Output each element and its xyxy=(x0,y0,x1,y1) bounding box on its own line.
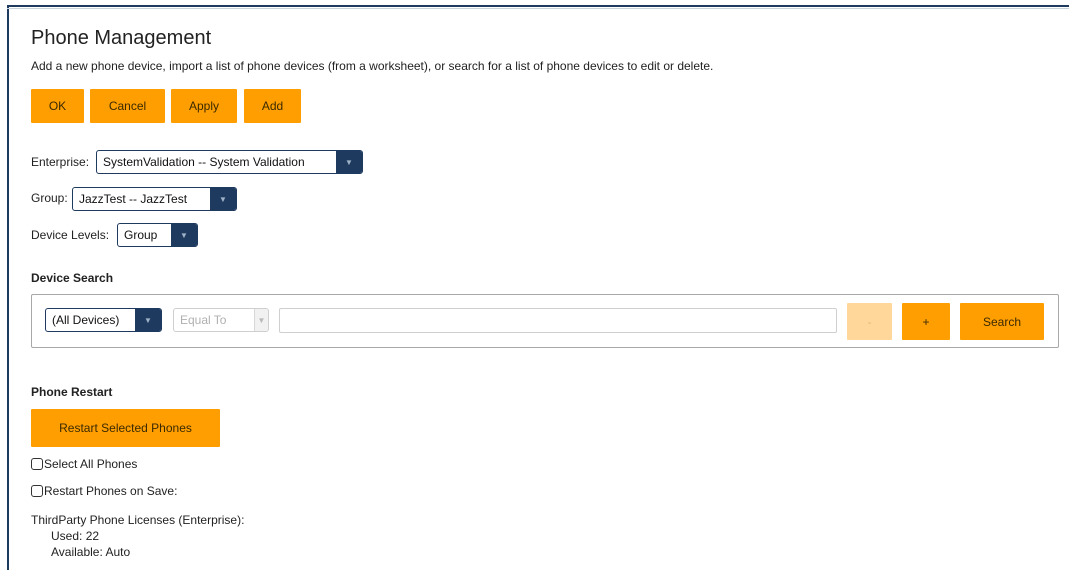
group-select[interactable]: JazzTest -- JazzTest ▼ xyxy=(72,187,237,211)
enterprise-label: Enterprise: xyxy=(31,155,90,169)
licenses-used-label: Used: xyxy=(51,529,83,543)
restart-on-save-checkbox[interactable] xyxy=(31,485,43,497)
device-type-select[interactable]: (All Devices) ▼ xyxy=(45,308,162,332)
chevron-down-icon: ▼ xyxy=(171,224,197,246)
licenses-available: Available: Auto xyxy=(51,545,130,559)
licenses-used: Used: 22 xyxy=(51,529,99,543)
add-criteria-button[interactable]: + xyxy=(902,303,950,340)
group-select-value: JazzTest -- JazzTest xyxy=(79,192,188,206)
device-levels-select-value: Group xyxy=(124,228,158,242)
phone-restart-title: Phone Restart xyxy=(31,385,113,399)
enterprise-select-value: SystemValidation -- System Validation xyxy=(103,155,305,169)
chevron-down-icon: ▼ xyxy=(254,309,268,331)
licenses-available-label: Available: xyxy=(51,545,103,559)
group-label: Group: xyxy=(31,191,68,205)
device-type-select-value: (All Devices) xyxy=(52,313,120,327)
chevron-down-icon: ▼ xyxy=(135,309,161,331)
ok-button[interactable]: OK xyxy=(31,89,84,123)
restart-on-save-row[interactable]: Restart Phones on Save: xyxy=(31,484,177,498)
remove-criteria-button[interactable]: - xyxy=(847,303,892,340)
add-button[interactable]: Add xyxy=(244,89,301,123)
licenses-available-value: Auto xyxy=(105,545,131,559)
search-button[interactable]: Search xyxy=(960,303,1044,340)
operator-select[interactable]: Equal To ▼ xyxy=(173,308,269,332)
licenses-used-value: 22 xyxy=(85,529,100,543)
select-all-phones-label: Select All Phones xyxy=(44,457,138,471)
licenses-title: ThirdParty Phone Licenses (Enterprise): xyxy=(31,513,245,527)
search-text-input[interactable] xyxy=(279,308,837,333)
device-search-title: Device Search xyxy=(31,271,114,285)
page-description: Add a new phone device, import a list of… xyxy=(31,59,714,73)
enterprise-select[interactable]: SystemValidation -- System Validation ▼ xyxy=(96,150,363,174)
operator-select-value: Equal To xyxy=(180,313,227,327)
restart-on-save-label: Restart Phones on Save: xyxy=(44,484,178,498)
select-all-phones-row[interactable]: Select All Phones xyxy=(31,457,137,471)
cancel-button[interactable]: Cancel xyxy=(90,89,165,123)
restart-selected-phones-button[interactable]: Restart Selected Phones xyxy=(31,409,220,447)
select-all-phones-checkbox[interactable] xyxy=(31,458,43,470)
device-search-panel: (All Devices) ▼ Equal To ▼ - + Search xyxy=(31,294,1059,348)
device-levels-select[interactable]: Group ▼ xyxy=(117,223,198,247)
device-levels-label: Device Levels: xyxy=(31,228,110,242)
chevron-down-icon: ▼ xyxy=(336,151,362,173)
chevron-down-icon: ▼ xyxy=(210,188,236,210)
page-title: Phone Management xyxy=(31,27,212,49)
frame-divider xyxy=(7,8,1069,9)
apply-button[interactable]: Apply xyxy=(171,89,237,123)
